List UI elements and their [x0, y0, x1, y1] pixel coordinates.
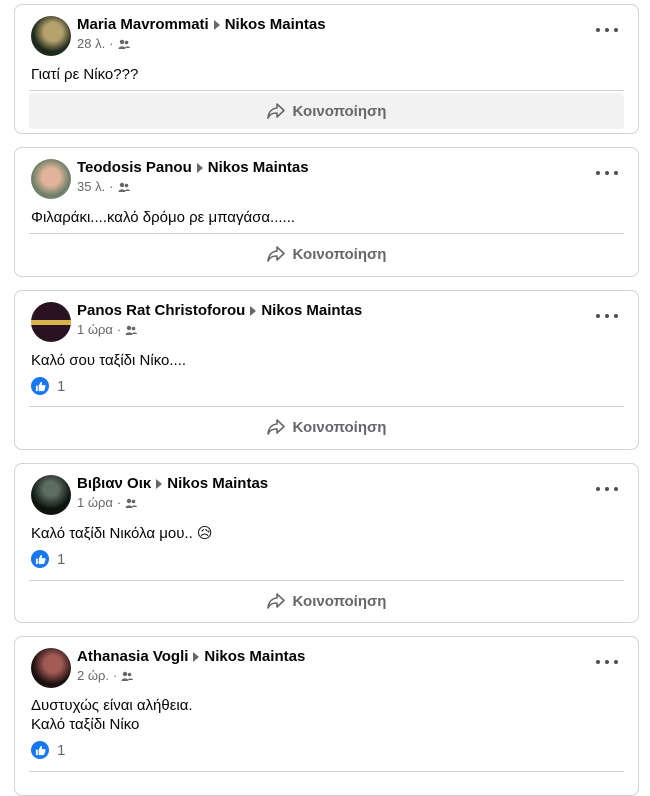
- avatar[interactable]: [31, 475, 71, 515]
- author-name[interactable]: Panos Rat Christoforou: [77, 302, 245, 319]
- like-count: 1: [57, 377, 66, 395]
- target-name[interactable]: Nikos Maintas: [167, 475, 268, 492]
- share-button[interactable]: Κοινοποίηση: [29, 583, 624, 619]
- like-count: 1: [57, 741, 66, 759]
- arrow-right-icon: [193, 651, 200, 662]
- post-header: Teodosis Panou Nikos Maintas: [77, 159, 309, 176]
- like-icon: [31, 550, 49, 568]
- share-label: Κοινοποίηση: [292, 102, 387, 120]
- share-button[interactable]: Κοινοποίηση: [29, 409, 624, 445]
- share-icon: [266, 593, 285, 609]
- divider: [29, 771, 624, 772]
- post-header: Βιβιαν Οικ Nikos Maintas: [77, 475, 268, 492]
- share-icon: [266, 246, 285, 262]
- timestamp[interactable]: 1 ώρα: [77, 495, 113, 510]
- arrow-right-icon: [250, 305, 257, 316]
- friends-icon: [118, 182, 130, 192]
- friends-icon: [125, 498, 138, 508]
- post-header: Panos Rat Christoforou Nikos Maintas: [77, 302, 362, 319]
- avatar[interactable]: [31, 648, 71, 688]
- arrow-right-icon: [213, 19, 220, 30]
- friends-icon: [118, 39, 130, 49]
- author-name[interactable]: Βιβιαν Οικ: [77, 475, 151, 492]
- share-icon: [266, 103, 285, 119]
- reaction-summary[interactable]: 1: [31, 741, 65, 759]
- avatar[interactable]: [31, 302, 71, 342]
- post-card: Teodosis Panou Nikos Maintas 35 λ. · Φιλ…: [14, 147, 639, 277]
- share-button[interactable]: Κοινοποίηση: [29, 93, 624, 129]
- target-name[interactable]: Nikos Maintas: [208, 159, 309, 176]
- post-text: Γιατί ρε Νίκο???: [31, 66, 139, 83]
- more-options-icon[interactable]: [596, 23, 618, 37]
- divider: [29, 580, 624, 581]
- avatar[interactable]: [31, 159, 71, 199]
- arrow-right-icon: [156, 478, 163, 489]
- target-name[interactable]: Nikos Maintas: [204, 648, 305, 665]
- post-meta: 1 ώρα ·: [77, 322, 138, 337]
- post-header: Athanasia Vogli Nikos Maintas: [77, 648, 305, 665]
- divider: [29, 90, 624, 91]
- divider: [29, 233, 624, 234]
- friends-icon: [125, 325, 138, 335]
- author-name[interactable]: Teodosis Panou: [77, 159, 192, 176]
- timestamp[interactable]: 28 λ.: [77, 36, 105, 51]
- post-card: Panos Rat Christoforou Nikos Maintas 1 ώ…: [14, 290, 639, 450]
- post-meta: 35 λ. ·: [77, 179, 130, 194]
- reaction-summary[interactable]: 1: [31, 377, 65, 395]
- post-text: Καλό σου ταξίδι Νίκο....: [31, 352, 187, 369]
- more-options-icon[interactable]: [596, 166, 618, 180]
- more-options-icon[interactable]: [596, 655, 618, 669]
- like-icon: [31, 377, 49, 395]
- timestamp[interactable]: 35 λ.: [77, 179, 105, 194]
- post-card: Athanasia Vogli Nikos Maintas 2 ώρ. · Δυ…: [14, 636, 639, 796]
- post-card: Maria Mavrommati Nikos Maintas 28 λ. · Γ…: [14, 4, 639, 134]
- author-name[interactable]: Maria Mavrommati: [77, 16, 209, 33]
- post-meta: 2 ώρ. ·: [77, 668, 134, 683]
- target-name[interactable]: Nikos Maintas: [261, 302, 362, 319]
- post-text: Δυστυχώς είναι αλήθεια. Καλό ταξίδι Νίκο: [31, 697, 193, 733]
- post-text: Φιλαράκι....καλό δρόμο ρε μπαγάσα......: [31, 209, 296, 226]
- share-label: Κοινοποίηση: [292, 245, 387, 263]
- friends-icon: [121, 671, 134, 681]
- target-name[interactable]: Nikos Maintas: [225, 16, 326, 33]
- more-options-icon[interactable]: [596, 309, 618, 323]
- share-button[interactable]: Κοινοποίηση: [29, 236, 624, 272]
- arrow-right-icon: [196, 162, 203, 173]
- timestamp[interactable]: 2 ώρ.: [77, 668, 109, 683]
- post-text: Καλό ταξίδι Νικόλα μου.. 😥: [31, 525, 213, 542]
- share-label: Κοινοποίηση: [292, 418, 387, 436]
- like-count: 1: [57, 550, 66, 568]
- post-meta: 28 λ. ·: [77, 36, 130, 51]
- post-meta: 1 ώρα ·: [77, 495, 138, 510]
- like-icon: [31, 741, 49, 759]
- share-icon: [266, 419, 285, 435]
- avatar[interactable]: [31, 16, 71, 56]
- author-name[interactable]: Athanasia Vogli: [77, 648, 188, 665]
- divider: [29, 406, 624, 407]
- reaction-summary[interactable]: 1: [31, 550, 65, 568]
- more-options-icon[interactable]: [596, 482, 618, 496]
- share-label: Κοινοποίηση: [292, 592, 387, 610]
- post-card: Βιβιαν Οικ Nikos Maintas 1 ώρα · Καλό τα…: [14, 463, 639, 623]
- timestamp[interactable]: 1 ώρα: [77, 322, 113, 337]
- post-header: Maria Mavrommati Nikos Maintas: [77, 16, 326, 33]
